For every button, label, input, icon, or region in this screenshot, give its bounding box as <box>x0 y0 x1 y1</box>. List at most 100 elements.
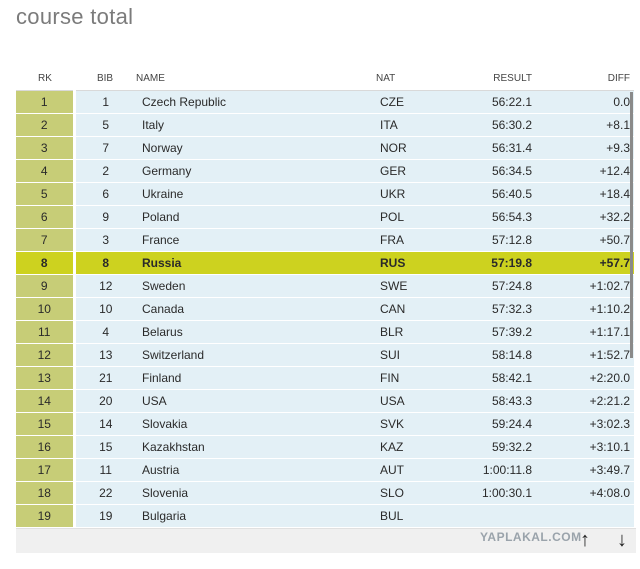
cell-rk: 16 <box>16 435 76 459</box>
table-row[interactable]: 18 22 Slovenia SLO 1:00:30.1 +4:08.0 <box>16 481 634 505</box>
cell-result: 59:32.2 <box>436 435 544 459</box>
cell-bib: 21 <box>74 366 136 390</box>
cell-name: Russia <box>136 251 376 275</box>
cell-bib: 14 <box>74 412 136 436</box>
cell-nat: CAN <box>376 297 436 321</box>
cell-diff: 0.0 <box>544 90 634 114</box>
cell-bib: 8 <box>74 251 136 275</box>
cell-nat: POL <box>376 205 436 229</box>
table-row[interactable]: 17 11 Austria AUT 1:00:11.8 +3:49.7 <box>16 458 634 482</box>
cell-bib: 10 <box>74 297 136 321</box>
cell-rk: 5 <box>16 182 76 206</box>
table-row[interactable]: 9 12 Sweden SWE 57:24.8 +1:02.7 <box>16 274 634 298</box>
cell-diff: +32.2 <box>544 205 634 229</box>
cell-rk: 3 <box>16 136 76 160</box>
page-title: course total <box>16 4 134 29</box>
results-table: RK BIB NAME NAT RESULT DIFF 1 1 Czech Repu… <box>16 66 634 528</box>
cell-result: 58:14.8 <box>436 343 544 367</box>
cell-rk: 9 <box>16 274 76 298</box>
header-nat[interactable]: NAT <box>376 66 436 91</box>
cell-bib: 12 <box>74 274 136 298</box>
cell-nat: KAZ <box>376 435 436 459</box>
results-table-container[interactable]: RK BIB NAME NAT RESULT DIFF 1 1 Czech Repu… <box>16 66 634 550</box>
cell-nat: SWE <box>376 274 436 298</box>
cell-diff: +1:17.1 <box>544 320 634 344</box>
header-rk[interactable]: RK <box>16 66 74 91</box>
table-row[interactable]: 10 10 Canada CAN 57:32.3 +1:10.2 <box>16 297 634 321</box>
cell-nat: SLO <box>376 481 436 505</box>
cell-bib: 2 <box>74 159 136 183</box>
cell-name: Switzerland <box>136 343 376 367</box>
cell-name: Slovenia <box>136 481 376 505</box>
cell-nat: FIN <box>376 366 436 390</box>
cell-result: 57:39.2 <box>436 320 544 344</box>
cell-rk: 13 <box>16 366 76 390</box>
table-row[interactable]: 12 13 Switzerland SUI 58:14.8 +1:52.7 <box>16 343 634 367</box>
cell-diff <box>544 504 634 528</box>
watermark: YAPLAKAL.COM <box>480 530 582 544</box>
cell-result: 56:31.4 <box>436 136 544 160</box>
table-row[interactable]: 2 5 Italy ITA 56:30.2 +8.1 <box>16 113 634 137</box>
cell-diff: +18.4 <box>544 182 634 206</box>
cell-nat: SUI <box>376 343 436 367</box>
cell-diff: +1:52.7 <box>544 343 634 367</box>
table-row[interactable]: 15 14 Slovakia SVK 59:24.4 +3:02.3 <box>16 412 634 436</box>
cell-name: Kazakhstan <box>136 435 376 459</box>
cell-result: 58:42.1 <box>436 366 544 390</box>
header-result[interactable]: RESULT <box>436 66 544 91</box>
cell-name: Belarus <box>136 320 376 344</box>
table-row[interactable]: 5 6 Ukraine UKR 56:40.5 +18.4 <box>16 182 634 206</box>
cell-result: 56:40.5 <box>436 182 544 206</box>
table-row[interactable]: 11 4 Belarus BLR 57:39.2 +1:17.1 <box>16 320 634 344</box>
cell-rk: 19 <box>16 504 76 528</box>
cell-rk: 14 <box>16 389 76 413</box>
cell-name: Finland <box>136 366 376 390</box>
table-row[interactable]: 1 1 Czech Republic CZE 56:22.1 0.0 <box>16 90 634 114</box>
cell-result: 57:12.8 <box>436 228 544 252</box>
cell-result <box>436 504 544 528</box>
table-row[interactable]: 4 2 Germany GER 56:34.5 +12.4 <box>16 159 634 183</box>
cell-diff: +3:49.7 <box>544 458 634 482</box>
cell-diff: +9.3 <box>544 136 634 160</box>
cell-result: 1:00:30.1 <box>436 481 544 505</box>
cell-result: 56:34.5 <box>436 159 544 183</box>
cell-rk: 8 <box>16 251 76 275</box>
table-row[interactable]: 8 8 Russia RUS 57:19.8 +57.7 <box>16 251 634 275</box>
cell-name: Germany <box>136 159 376 183</box>
vertical-scrollbar[interactable] <box>630 92 633 358</box>
header-diff[interactable]: DIFF <box>544 66 634 91</box>
cell-nat: CZE <box>376 90 436 114</box>
cell-rk: 12 <box>16 343 76 367</box>
table-row[interactable]: 6 9 Poland POL 56:54.3 +32.2 <box>16 205 634 229</box>
table-body: 1 1 Czech Republic CZE 56:22.1 0.0 2 5 Italy ITA 5… <box>16 90 634 528</box>
cell-nat: GER <box>376 159 436 183</box>
cell-name: Sweden <box>136 274 376 298</box>
cell-bib: 3 <box>74 228 136 252</box>
table-row[interactable]: 7 3 France FRA 57:12.8 +50.7 <box>16 228 634 252</box>
cell-result: 57:24.8 <box>436 274 544 298</box>
cell-bib: 15 <box>74 435 136 459</box>
arrow-down-icon[interactable]: ↓ <box>617 528 627 552</box>
table-header-row: RK BIB NAME NAT RESULT DIFF <box>16 66 634 91</box>
cell-name: Slovakia <box>136 412 376 436</box>
cell-name: Norway <box>136 136 376 160</box>
cell-bib: 6 <box>74 182 136 206</box>
arrow-up-icon[interactable]: ↑ <box>580 528 590 552</box>
table-row[interactable]: 16 15 Kazakhstan KAZ 59:32.2 +3:10.1 <box>16 435 634 459</box>
table-row[interactable]: 13 21 Finland FIN 58:42.1 +2:20.0 <box>16 366 634 390</box>
table-row[interactable]: 14 20 USA USA 58:43.3 +2:21.2 <box>16 389 634 413</box>
cell-result: 57:32.3 <box>436 297 544 321</box>
cell-name: Canada <box>136 297 376 321</box>
cell-rk: 6 <box>16 205 76 229</box>
cell-rk: 17 <box>16 458 76 482</box>
cell-result: 1:00:11.8 <box>436 458 544 482</box>
header-bib[interactable]: BIB <box>74 66 136 91</box>
cell-nat: USA <box>376 389 436 413</box>
table-row[interactable]: 3 7 Norway NOR 56:31.4 +9.3 <box>16 136 634 160</box>
cell-bib: 1 <box>74 90 136 114</box>
cell-bib: 19 <box>74 504 136 528</box>
cell-bib: 11 <box>74 458 136 482</box>
table-row[interactable]: 19 19 Bulgaria BUL <box>16 504 634 528</box>
header-name[interactable]: NAME <box>136 66 376 91</box>
cell-result: 56:54.3 <box>436 205 544 229</box>
